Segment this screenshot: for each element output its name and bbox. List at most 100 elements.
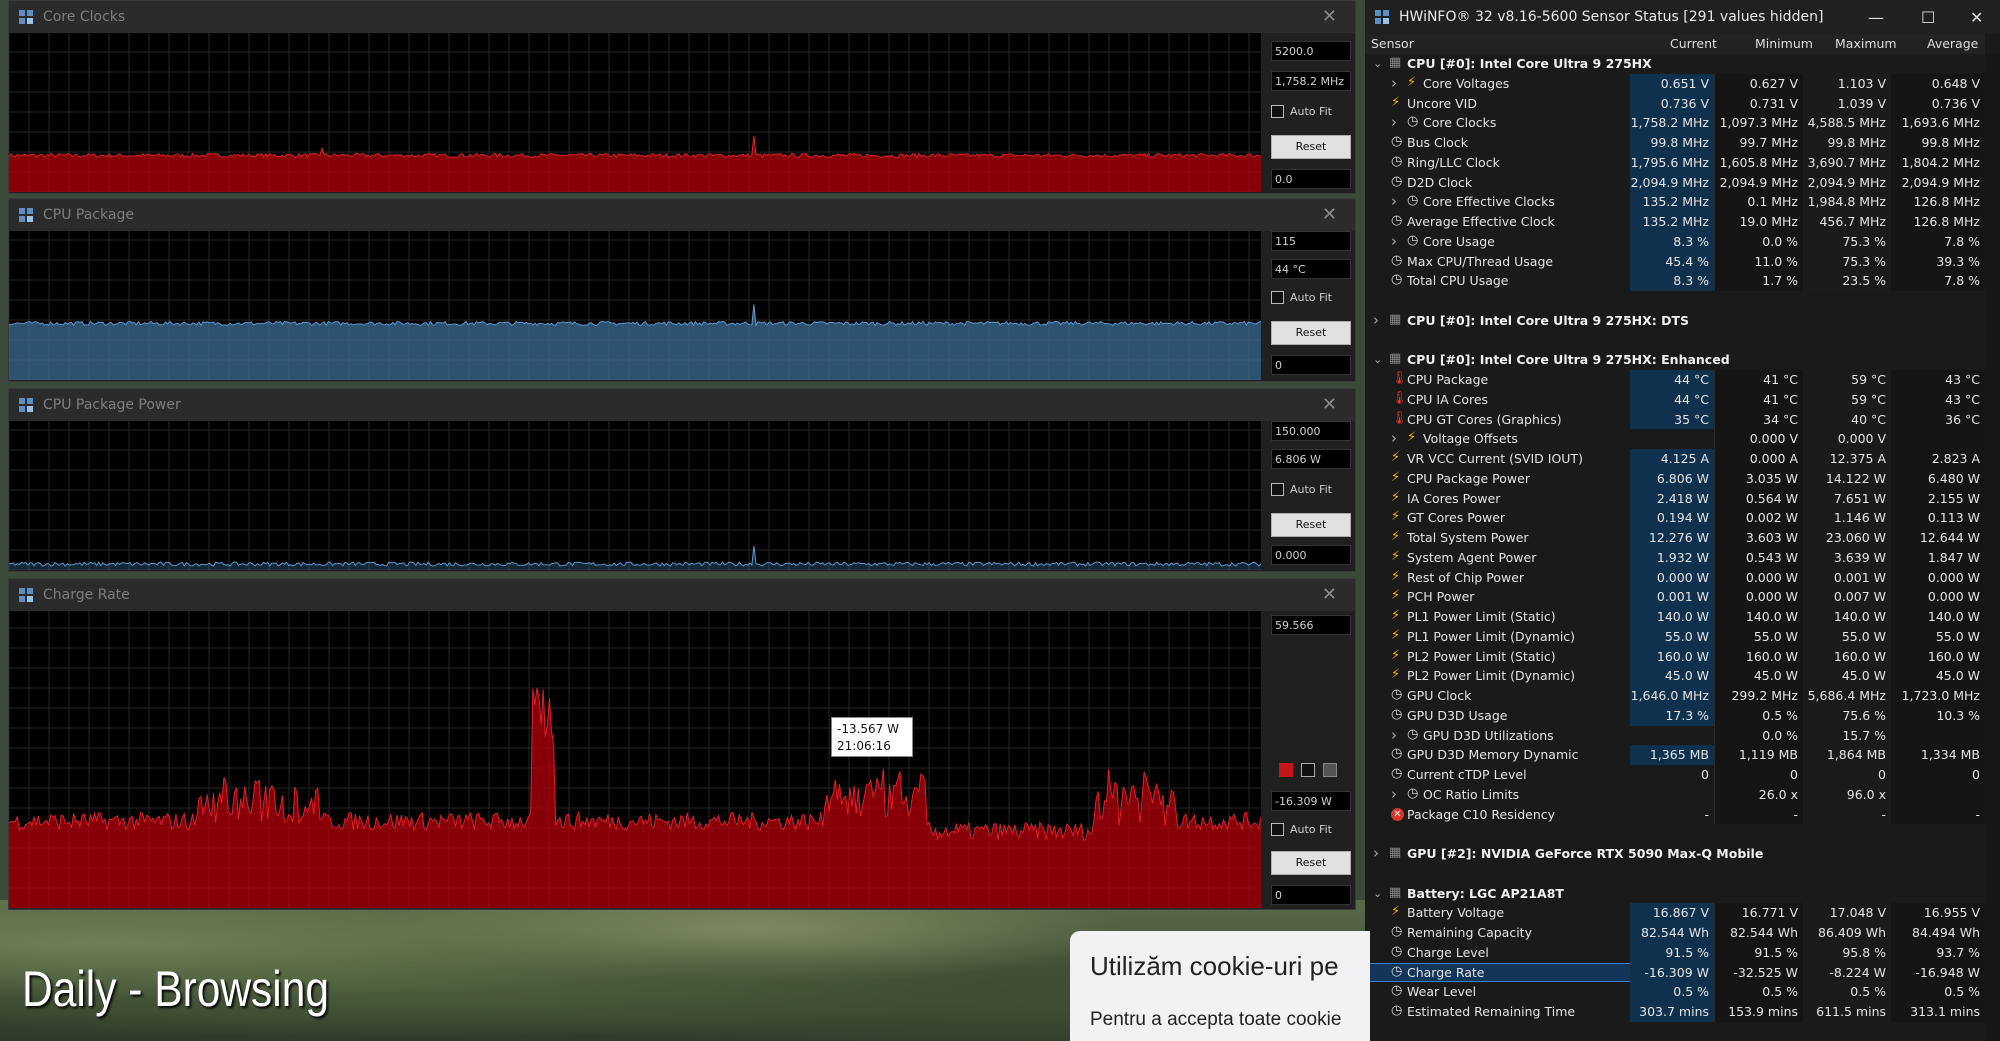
- chevron-right-icon[interactable]: ›: [1391, 192, 1397, 210]
- reset-button[interactable]: Reset: [1271, 135, 1351, 159]
- bottom-value-box[interactable]: 0.000: [1271, 545, 1351, 565]
- auto-fit-checkbox[interactable]: Auto Fit: [1271, 483, 1332, 496]
- cookie-banner[interactable]: Utilizăm cookie-uri pe Pentru a accepta …: [1070, 931, 1370, 1041]
- sensor-group-row[interactable]: › ▦ CPU [#0]: Intel Core Ultra 9 275HX: DT…: [1365, 311, 1985, 331]
- close-icon[interactable]: ✕: [1970, 8, 1983, 27]
- sensor-group-row[interactable]: › ▦ GPU [#2]: NVIDIA GeForce RTX 5090 Max-…: [1365, 844, 1985, 864]
- reset-button[interactable]: Reset: [1271, 851, 1351, 875]
- header-current[interactable]: Current: [1670, 36, 1717, 51]
- chevron-right-icon[interactable]: ›: [1391, 74, 1397, 92]
- sensor-row[interactable]: ◷ Wear Level 0.5 % 0.5 % 0.5 % 0.5 %: [1365, 982, 1985, 1002]
- sensor-row[interactable]: ◷ Charge Rate -16.309 W -32.525 W -8.224 W -1…: [1365, 962, 1985, 983]
- chevron-down-icon[interactable]: ⌄: [1373, 887, 1382, 900]
- sensor-group-row[interactable]: ⌄ ▦ CPU [#0]: Intel Core Ultra 9 275HX: En…: [1365, 350, 1985, 370]
- vertical-scrollbar[interactable]: [1986, 54, 2000, 1041]
- chevron-down-icon[interactable]: ⌄: [1373, 353, 1382, 366]
- bottom-value-box[interactable]: 0: [1271, 885, 1351, 905]
- auto-fit-checkbox[interactable]: Auto Fit: [1271, 823, 1332, 836]
- chevron-right-icon[interactable]: ›: [1391, 429, 1397, 447]
- sensor-row[interactable]: › ⚡ Core Voltages 0.651 V 0.627 V 1.103 V 0.64…: [1365, 73, 1985, 94]
- sensor-row[interactable]: ◷ Ring/LLC Clock 1,795.6 MHz 1,605.8 MHz 3,6…: [1365, 152, 1985, 173]
- sensor-row[interactable]: ⚡ PL2 Power Limit (Dynamic) 45.0 W 45.0 W 45…: [1365, 666, 1985, 686]
- sensor-row[interactable]: ◷ Current cTDP Level 0 0 0 0: [1365, 765, 1985, 785]
- sensor-list[interactable]: ⌄ ▦ CPU [#0]: Intel Core Ultra 9 275HX › ⚡ Co…: [1365, 54, 1985, 1022]
- sensor-row[interactable]: › ⚡ Voltage Offsets 0.000 V 0.000 V: [1365, 429, 1985, 449]
- top-value-box[interactable]: 115: [1271, 231, 1351, 251]
- sensor-row[interactable]: ⚡ Battery Voltage 16.867 V 16.771 V 17.048 V…: [1365, 903, 1985, 923]
- header-average[interactable]: Average: [1927, 36, 1978, 51]
- graph-titlebar[interactable]: CPU Package Power ✕: [9, 389, 1355, 421]
- sensor-row[interactable]: ⚡ PCH Power 0.001 W 0.000 W 0.007 W 0.000 W: [1365, 587, 1985, 607]
- bottom-value-box[interactable]: 0: [1271, 355, 1351, 375]
- maximize-icon[interactable]: ☐: [1921, 8, 1935, 27]
- auto-fit-checkbox[interactable]: Auto Fit: [1271, 291, 1332, 304]
- sensor-row[interactable]: ⚡ GT Cores Power 0.194 W 0.002 W 1.146 W 0.11…: [1365, 508, 1985, 528]
- chevron-right-icon[interactable]: ›: [1373, 844, 1379, 862]
- sensor-group-row[interactable]: ⌄ ▦ Battery: LGC AP21A8T: [1365, 884, 1985, 904]
- header-sensor[interactable]: Sensor: [1371, 36, 1414, 51]
- reset-button[interactable]: Reset: [1271, 321, 1351, 345]
- sensor-row[interactable]: › ◷ Core Effective Clocks 135.2 MHz 0.1 MHz 1…: [1365, 192, 1985, 212]
- sensor-row[interactable]: ⚡ CPU Package Power 6.806 W 3.035 W 14.122 W…: [1365, 468, 1985, 489]
- top-value-box[interactable]: 59.566: [1271, 615, 1351, 635]
- sensor-row[interactable]: ◷ GPU D3D Memory Dynamic 1,365 MB 1,119 MB 1…: [1365, 745, 1985, 765]
- reset-button[interactable]: Reset: [1271, 513, 1351, 537]
- chevron-down-icon[interactable]: ⌄: [1373, 57, 1382, 70]
- sensor-row[interactable]: 🌡 CPU IA Cores 44 °C 41 °C 59 °C 43 °C: [1365, 389, 1985, 410]
- color-swatch-gray[interactable]: [1323, 763, 1337, 777]
- sensor-group-row[interactable]: ⌄ ▦ CPU [#0]: Intel Core Ultra 9 275HX: [1365, 54, 1985, 74]
- sensor-row[interactable]: › ◷ Core Usage 8.3 % 0.0 % 75.3 % 7.8 %: [1365, 231, 1985, 252]
- chevron-right-icon[interactable]: ›: [1391, 785, 1397, 803]
- hwinfo-titlebar[interactable]: HWiNFO® 32 v8.16-5600 Sensor Status [291…: [1365, 0, 2000, 34]
- graph-window-core-clocks[interactable]: Core Clocks ✕ 5200.0 1,758.2 MHz Auto Fi…: [8, 0, 1356, 194]
- top-value-box[interactable]: 150.000: [1271, 421, 1351, 441]
- sensor-row[interactable]: › ◷ GPU D3D Utilizations 0.0 % 15.7 %: [1365, 725, 1985, 746]
- close-icon[interactable]: ✕: [1322, 394, 1337, 415]
- sensor-row[interactable]: ◷ Total CPU Usage 8.3 % 1.7 % 23.5 % 7.8 %: [1365, 271, 1985, 291]
- sensor-row[interactable]: ⚡ System Agent Power 1.932 W 0.543 W 3.639 W…: [1365, 547, 1985, 568]
- sensor-row[interactable]: ◷ GPU Clock 1,646.0 MHz 299.2 MHz 5,686.4 MH…: [1365, 686, 1985, 706]
- bottom-value-box[interactable]: 0.0: [1271, 169, 1351, 189]
- sensor-row[interactable]: ◷ Estimated Remaining Time 303.7 mins 153.9…: [1365, 1002, 1985, 1022]
- sensor-row[interactable]: ◷ Remaining Capacity 82.544 Wh 82.544 Wh 86.…: [1365, 923, 1985, 943]
- sensor-row[interactable]: ✕ Package C10 Residency - - - -: [1365, 804, 1985, 825]
- sensor-row[interactable]: 🌡 CPU Package 44 °C 41 °C 59 °C 43 °C: [1365, 370, 1985, 390]
- sensor-row[interactable]: ◷ Charge Level 91.5 % 91.5 % 95.8 % 93.7 %: [1365, 942, 1985, 963]
- sensor-row[interactable]: ◷ Average Effective Clock 135.2 MHz 19.0 MH…: [1365, 212, 1985, 232]
- sensor-row[interactable]: ⚡ VR VCC Current (SVID IOUT) 4.125 A 0.000 …: [1365, 449, 1985, 469]
- sensor-row[interactable]: ⚡ PL1 Power Limit (Dynamic) 55.0 W 55.0 W 55…: [1365, 626, 1985, 647]
- top-value-box[interactable]: 5200.0: [1271, 41, 1351, 61]
- sensor-row[interactable]: ⚡ Rest of Chip Power 0.000 W 0.000 W 0.001 W…: [1365, 567, 1985, 588]
- sensor-row[interactable]: › ◷ OC Ratio Limits 26.0 x 96.0 x: [1365, 784, 1985, 805]
- header-minimum[interactable]: Minimum: [1755, 36, 1813, 51]
- sensor-row[interactable]: 🌡 CPU GT Cores (Graphics) 35 °C 34 °C 40 °C 3…: [1365, 409, 1985, 430]
- sensor-row[interactable]: ◷ Max CPU/Thread Usage 45.4 % 11.0 % 75.3 % 3…: [1365, 251, 1985, 272]
- graph-window-cpu-package-power[interactable]: CPU Package Power ✕ 150.000 6.806 W Auto…: [8, 388, 1356, 572]
- chevron-right-icon[interactable]: ›: [1391, 232, 1397, 250]
- sensor-row[interactable]: ⚡ IA Cores Power 2.418 W 0.564 W 7.651 W 2.15…: [1365, 488, 1985, 509]
- chevron-right-icon[interactable]: ›: [1373, 311, 1379, 329]
- sensor-row[interactable]: ⚡ PL1 Power Limit (Static) 140.0 W 140.0 W1…: [1365, 607, 1985, 627]
- sensor-row[interactable]: ⚡ Uncore VID 0.736 V 0.731 V 1.039 V 0.736 V: [1365, 93, 1985, 114]
- sensor-row[interactable]: ⚡ Total System Power 12.276 W 3.603 W 23.060…: [1365, 528, 1985, 548]
- minimize-icon[interactable]: —: [1868, 8, 1884, 27]
- sensor-row[interactable]: ◷ GPU D3D Usage 17.3 % 0.5 % 75.6 % 10.3 %: [1365, 705, 1985, 726]
- color-swatch[interactable]: [1279, 763, 1293, 777]
- sensor-row[interactable]: ⚡ PL2 Power Limit (Static) 160.0 W 160.0 W1…: [1365, 646, 1985, 667]
- sensor-row[interactable]: ◷ Bus Clock 99.8 MHz 99.7 MHz 99.8 MHz 99.8 M…: [1365, 133, 1985, 153]
- graph-window-charge-rate[interactable]: Charge Rate ✕ -13.567 W 21:06:16 59.566 …: [8, 578, 1356, 910]
- color-swatch-empty[interactable]: [1301, 763, 1315, 777]
- graph-window-cpu-package[interactable]: CPU Package ✕ 115 44 °C Auto Fit Reset 0: [8, 198, 1356, 382]
- chevron-right-icon[interactable]: ›: [1391, 113, 1397, 131]
- hwinfo-sensor-window[interactable]: HWiNFO® 32 v8.16-5600 Sensor Status [291…: [1365, 0, 2000, 1041]
- header-maximum[interactable]: Maximum: [1835, 36, 1897, 51]
- graph-titlebar[interactable]: Charge Rate ✕: [9, 579, 1355, 611]
- chevron-right-icon[interactable]: ›: [1391, 726, 1397, 744]
- close-icon[interactable]: ✕: [1322, 204, 1337, 225]
- graph-titlebar[interactable]: CPU Package ✕: [9, 199, 1355, 231]
- close-icon[interactable]: ✕: [1322, 584, 1337, 605]
- graph-titlebar[interactable]: Core Clocks ✕: [9, 1, 1355, 33]
- close-icon[interactable]: ✕: [1322, 6, 1337, 27]
- sensor-row[interactable]: ◷ D2D Clock 2,094.9 MHz 2,094.9 MHz 2,094.9 …: [1365, 172, 1985, 193]
- sensor-row[interactable]: › ◷ Core Clocks 1,758.2 MHz 1,097.3 MHz 4,588…: [1365, 113, 1985, 133]
